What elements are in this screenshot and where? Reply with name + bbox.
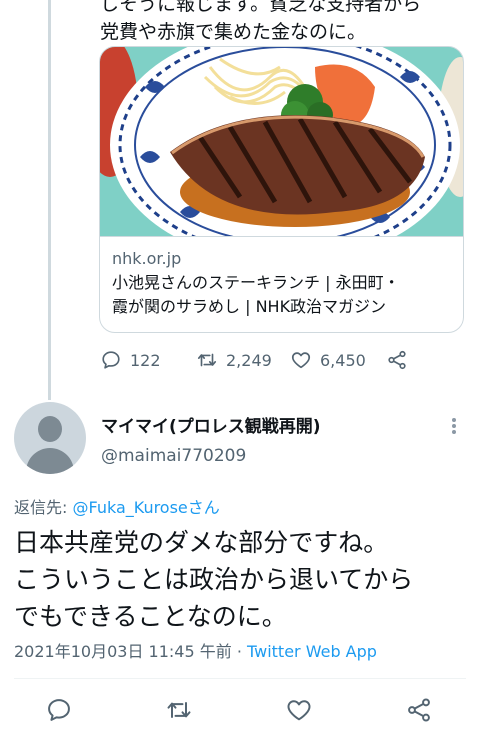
tweet-timestamp[interactable]: 2021年10月03日 11:45 午前 — [14, 642, 232, 661]
reply-mention-link[interactable]: @Fuka_Kuroseさん — [72, 498, 219, 517]
reply-icon — [48, 699, 70, 721]
steak-plate-illustration — [100, 47, 463, 236]
reply-button[interactable] — [45, 696, 73, 724]
avatar[interactable] — [14, 402, 86, 474]
default-avatar-icon — [38, 416, 62, 442]
card-title-line: 小池晃さんのステーキランチ | 永田町・ — [112, 273, 400, 292]
tweet-text-line: 日本共産党のダメな部分ですね。 — [14, 528, 389, 557]
parent-tweet-text-line: しそうに報じます。貧乏な支持者から — [100, 0, 422, 15]
more-icon[interactable] — [444, 416, 464, 436]
share-button[interactable] — [386, 349, 408, 371]
divider — [14, 678, 466, 679]
retweet-count: 2,249 — [226, 350, 272, 370]
reply-to-label: 返信先: — [14, 498, 73, 517]
display-name[interactable]: マイマイ(プロレス観戦再開) — [101, 412, 321, 437]
retweet-icon — [167, 702, 191, 718]
tweet-text-line: こういうことは政治から退いてから — [14, 565, 414, 594]
link-preview-card[interactable]: nhk.or.jp 小池晃さんのステーキランチ | 永田町・ 霞が関のサラめし … — [99, 46, 464, 333]
reply-to-line: 返信先: @Fuka_Kuroseさん — [14, 494, 220, 518]
reply-icon — [102, 351, 120, 369]
like-button[interactable] — [285, 696, 313, 724]
tweet-source-app[interactable]: Twitter Web App — [247, 642, 377, 661]
tweet-text-line: でもできることなのに。 — [14, 602, 287, 631]
thread-connector-line — [48, 0, 51, 400]
tweet-text: 日本共産党のダメな部分ですね。 こういうことは政治から退いてから でもできること… — [14, 524, 474, 635]
user-handle[interactable]: @maimai770209 — [101, 446, 246, 466]
share-icon — [388, 350, 406, 370]
like-count: 6,450 — [320, 350, 366, 370]
card-image-steak-lunch[interactable] — [100, 47, 463, 237]
meta-separator: · — [231, 642, 247, 661]
like-icon — [287, 700, 311, 721]
tweet-meta: 2021年10月03日 11:45 午前 · Twitter Web App — [14, 638, 377, 662]
reply-button[interactable]: 122 — [100, 349, 161, 371]
card-domain: nhk.or.jp — [112, 249, 182, 268]
parent-tweet-text-line: 党費や赤旗で集めた金なのに。 — [100, 21, 367, 43]
reply-count: 122 — [130, 350, 161, 370]
share-button[interactable] — [405, 696, 433, 724]
like-icon — [291, 352, 311, 369]
retweet-icon — [197, 353, 217, 367]
card-title-line: 霞が関のサラめし | NHK政治マガジン — [112, 297, 387, 316]
retweet-button[interactable] — [165, 696, 193, 724]
parent-tweet-actions: 122 2,249 6,450 — [100, 346, 440, 374]
share-icon — [408, 698, 430, 722]
parent-tweet-text: しそうに報じます。貧乏な支持者から 党費や赤旗で集めた金なのに。 — [100, 0, 470, 46]
like-button[interactable]: 6,450 — [290, 349, 366, 371]
tweet-actions — [0, 696, 480, 726]
retweet-button[interactable]: 2,249 — [196, 349, 272, 371]
